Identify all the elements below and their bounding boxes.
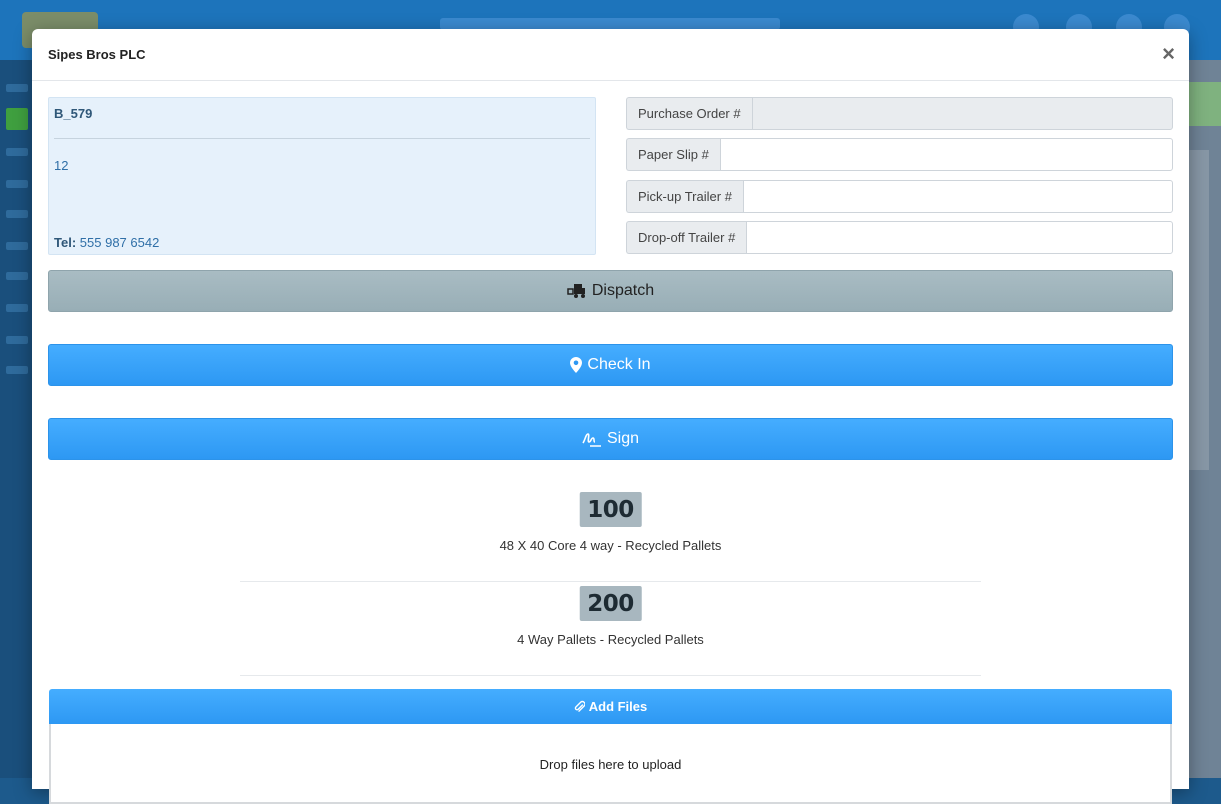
- dispatch-button[interactable]: Dispatch: [48, 270, 1173, 312]
- add-files-button[interactable]: Add Files: [49, 689, 1172, 724]
- modal-title: Sipes Bros PLC: [48, 47, 146, 62]
- paper-slip-field: Paper Slip #: [626, 138, 1173, 171]
- check-in-label: Check In: [587, 356, 651, 373]
- pallet-item: 200 4 Way Pallets - Recycled Pallets: [240, 582, 981, 676]
- background-sidebar-item: [6, 366, 28, 374]
- purchase-order-label: Purchase Order #: [626, 97, 752, 130]
- item-name: 4 Way Pallets - Recycled Pallets: [517, 632, 704, 647]
- background-sidebar-item: [6, 180, 28, 188]
- pickup-trailer-field: Pick-up Trailer #: [626, 180, 1173, 213]
- pickup-trailer-input[interactable]: [742, 180, 1173, 213]
- background-sidebar-item: [6, 336, 28, 344]
- background-sidebar-item: [6, 242, 28, 250]
- file-dropzone[interactable]: Drop files here to upload: [49, 724, 1172, 804]
- dropoff-trailer-input[interactable]: [746, 221, 1173, 254]
- background-sidebar-item: [6, 210, 28, 218]
- add-files-label: Add Files: [588, 699, 648, 714]
- sign-label: Sign: [606, 430, 640, 447]
- pallet-item: 100 48 X 40 Core 4 way - Recycled Pallet…: [240, 488, 981, 582]
- background-panel: [1189, 150, 1209, 470]
- map-marker-icon: [570, 357, 583, 373]
- paper-slip-label: Paper Slip #: [626, 138, 720, 171]
- signature-icon: [582, 432, 602, 447]
- quantity-badge: 100: [579, 492, 642, 527]
- background-sidebar-item: [6, 84, 28, 92]
- purchase-order-input[interactable]: [751, 97, 1173, 130]
- paperclip-icon: [574, 700, 585, 713]
- phone-number: Tel: 555 987 6542: [54, 235, 159, 250]
- purchase-order-field: Purchase Order #: [626, 97, 1173, 130]
- dropoff-trailer-label: Drop-off Trailer #: [626, 221, 747, 254]
- address-line: 12: [54, 158, 69, 173]
- phone-value: 555 987 6542: [79, 235, 160, 250]
- background-sidebar-item: [6, 304, 28, 312]
- divider: [54, 138, 590, 139]
- background-sidebar-item: [6, 148, 28, 156]
- quantity-badge: 200: [579, 586, 642, 621]
- background-app-sidebar: [0, 60, 32, 778]
- paper-slip-input[interactable]: [719, 138, 1173, 171]
- dispatch-label: Dispatch: [591, 282, 655, 299]
- background-sidebar-item: [6, 272, 28, 280]
- background-sidebar-item: [6, 108, 28, 130]
- background-alert: [1189, 82, 1221, 126]
- close-icon[interactable]: ×: [1162, 43, 1175, 65]
- check-in-button[interactable]: Check In: [48, 344, 1173, 386]
- modal-header: Sipes Bros PLC ×: [32, 29, 1189, 81]
- dropzone-text: Drop files here to upload: [539, 757, 682, 772]
- pickup-trailer-label: Pick-up Trailer #: [626, 180, 743, 213]
- truck-loading-icon: [567, 283, 587, 299]
- order-code: B_579: [54, 106, 93, 121]
- customer-info-box: B_579 12 Tel: 555 987 6542: [48, 97, 596, 255]
- dropoff-trailer-field: Drop-off Trailer #: [626, 221, 1173, 254]
- sign-button[interactable]: Sign: [48, 418, 1173, 460]
- dispatch-modal: Sipes Bros PLC × B_579 12 Tel: 555 987 6…: [32, 29, 1189, 804]
- item-name: 48 X 40 Core 4 way - Recycled Pallets: [499, 538, 722, 553]
- phone-label: Tel:: [54, 235, 77, 250]
